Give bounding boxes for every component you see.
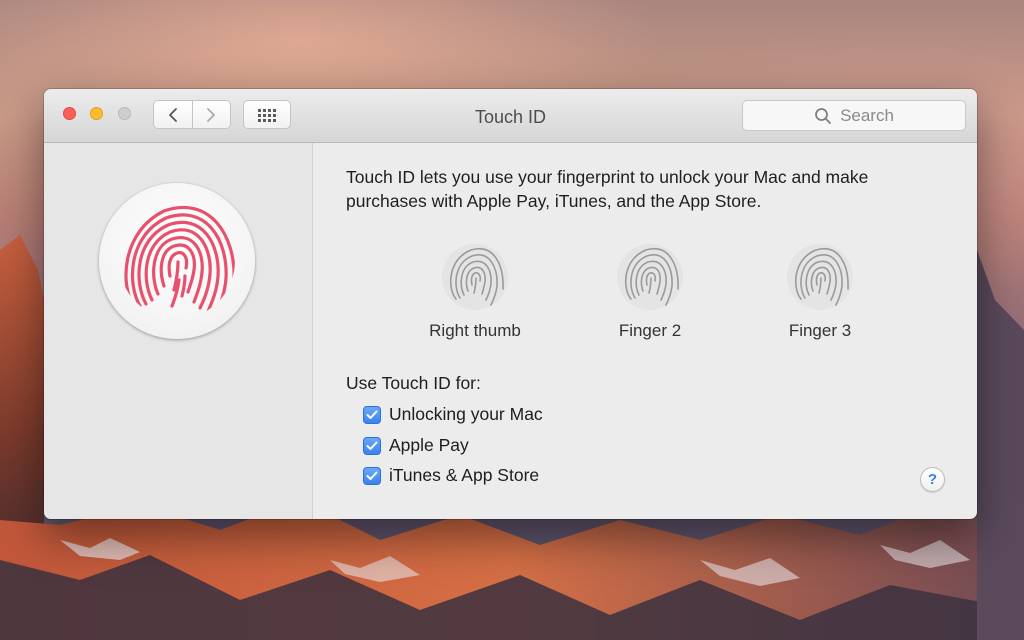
fingerprint-icon [617, 244, 683, 310]
option-unlock-mac[interactable]: Unlocking your Mac [363, 404, 543, 425]
option-itunes-app-store[interactable]: iTunes & App Store [363, 465, 539, 486]
finger-slot-2[interactable]: Finger 2 [575, 243, 725, 341]
fingerprint-icon [442, 244, 508, 310]
checkmark-icon [366, 441, 378, 450]
title-bar[interactable]: Touch ID Search [44, 89, 977, 143]
option-label: Unlocking your Mac [389, 404, 543, 424]
help-button[interactable]: ? [920, 467, 945, 492]
checkmark-icon [366, 410, 378, 419]
search-placeholder: Search [840, 105, 894, 125]
apple-pay-checkbox[interactable] [363, 436, 381, 455]
sidebar [44, 143, 313, 519]
option-label: Apple Pay [389, 435, 469, 455]
search-field[interactable]: Search [742, 100, 966, 131]
fingerprint-icon [787, 244, 853, 310]
main-content: Touch ID lets you use your fingerprint t… [313, 143, 977, 519]
touch-id-description: Touch ID lets you use your fingerprint t… [346, 167, 869, 211]
search-icon [815, 107, 831, 124]
finger-slot-3[interactable]: Finger 3 [745, 243, 895, 341]
use-for-heading: Use Touch ID for: [346, 373, 481, 393]
unlock-mac-checkbox[interactable] [363, 405, 381, 424]
touch-id-badge [99, 183, 255, 339]
fingerprint-icon [124, 205, 235, 319]
itunes-app-store-checkbox[interactable] [363, 466, 381, 485]
finger-label: Finger 2 [618, 321, 682, 340]
finger-label: Finger 3 [788, 321, 852, 340]
finger-label: Right thumb [429, 321, 521, 340]
preferences-window: Touch ID Search Touch ID lets you use yo… [44, 89, 977, 519]
checkmark-icon [366, 471, 378, 480]
option-apple-pay[interactable]: Apple Pay [363, 435, 469, 456]
option-label: iTunes & App Store [389, 465, 540, 485]
finger-slot-1[interactable]: Right thumb [400, 243, 550, 341]
